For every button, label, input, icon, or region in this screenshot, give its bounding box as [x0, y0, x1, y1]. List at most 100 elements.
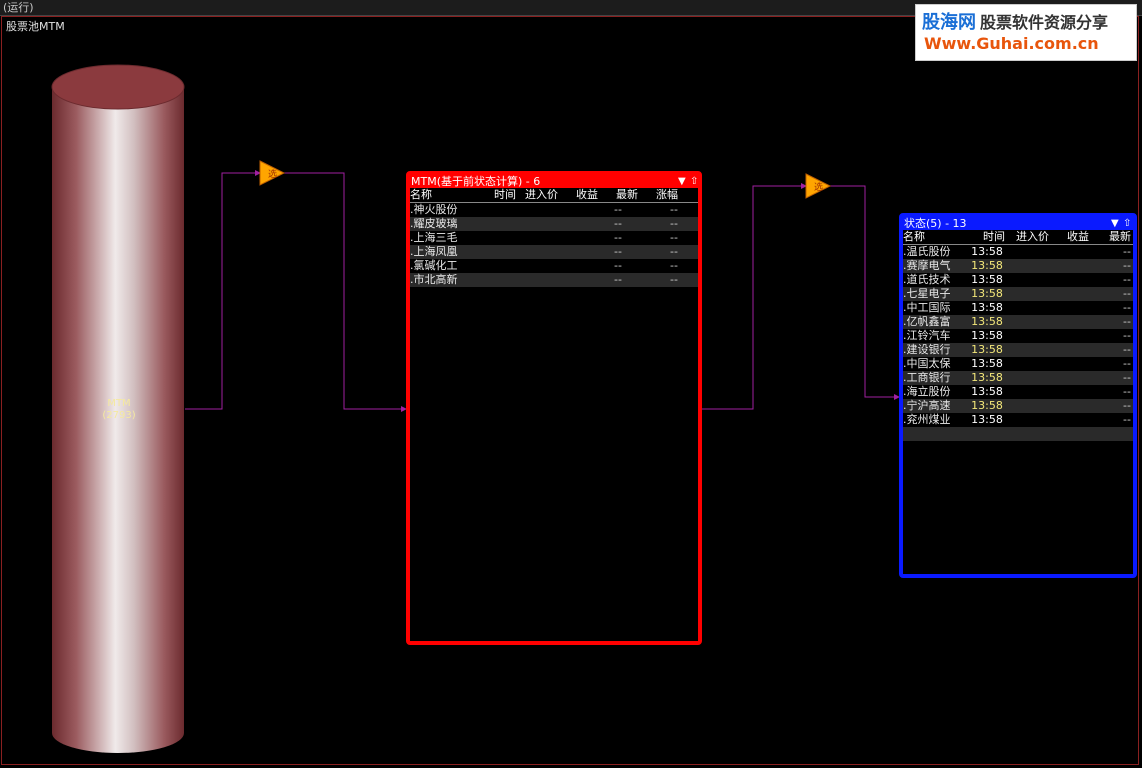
latest-price: --: [1123, 385, 1131, 398]
entry-time: 13:58: [971, 413, 1003, 426]
table-row[interactable]: .上海凤凰 -- --: [410, 245, 698, 259]
col-header-entry-price[interactable]: 进入价: [516, 188, 558, 203]
table-row[interactable]: .氯碱化工 -- --: [410, 259, 698, 273]
latest-price: --: [598, 273, 638, 287]
gain: [1049, 301, 1089, 315]
empty-cell: [1089, 427, 1133, 441]
latest-price: --: [1089, 315, 1133, 329]
entry-price: [1005, 259, 1049, 273]
col-header-time[interactable]: 时间: [480, 188, 516, 203]
entry-time: 13:58: [969, 315, 1005, 329]
entry-time: 13:58: [971, 273, 1003, 286]
state5-stock-table: 名称 时间 进入价 收益 最新 .温氏股份 13:58 -- .赛摩电气 13:58 --…: [903, 230, 1133, 441]
stock-name: .宁沪高速: [903, 399, 969, 413]
entry-time: [480, 231, 516, 245]
cylinder-label: MTM (2793): [98, 398, 140, 422]
table-row[interactable]: .工商银行 13:58 --: [903, 371, 1133, 385]
entry-price: [516, 259, 558, 273]
table-row[interactable]: .道氏技术 13:58 --: [903, 273, 1133, 287]
stock-name: .中工国际: [903, 301, 951, 314]
empty-cell: [480, 287, 516, 301]
state5-panel[interactable]: 状态(5) - 13 ▼ ⇧ 名称 时间 进入价 收益 最新 .温氏股份 13:5…: [899, 213, 1137, 578]
panel-menu-icon[interactable]: ▼: [678, 175, 686, 188]
entry-price: [1005, 357, 1049, 371]
stock-name: .神火股份: [410, 203, 458, 216]
table-row[interactable]: .宁沪高速 13:58 --: [903, 399, 1133, 413]
wire-filter1-to-red-panel: [282, 172, 407, 412]
col-header-latest[interactable]: 最新: [1089, 230, 1133, 245]
filter-node-2-icon[interactable]: 选: [805, 173, 832, 199]
entry-time: [480, 273, 516, 287]
change-percent: --: [638, 217, 698, 231]
wire-filter2-to-blue-panel: [830, 185, 900, 400]
state5-panel-title: 状态(5) - 13: [904, 217, 967, 230]
change-percent: --: [638, 273, 698, 287]
filter-node-2-label: 选: [814, 181, 823, 193]
panel-collapse-icon[interactable]: ⇧: [1123, 217, 1131, 230]
table-row[interactable]: .亿帆鑫富 13:58 --: [903, 315, 1133, 329]
table-row[interactable]: .耀皮玻璃 -- --: [410, 217, 698, 231]
mtm-state-panel[interactable]: MTM(基于前状态计算) - 6 ▼ ⇧ 名称 时间 进入价 收益 最新 涨幅 …: [406, 171, 702, 645]
col-header-change[interactable]: 涨幅: [638, 188, 698, 203]
table-row[interactable]: .温氏股份 13:58 --: [903, 245, 1133, 260]
col-header-entry-price[interactable]: 进入价: [1005, 230, 1049, 245]
gain: [1049, 287, 1089, 301]
entry-price: [1005, 399, 1049, 413]
latest-price: --: [1123, 357, 1131, 370]
latest-price: --: [1089, 371, 1133, 385]
entry-price: [1005, 343, 1049, 357]
gain: [1049, 399, 1089, 413]
col-header-gain[interactable]: 收益: [558, 188, 598, 203]
entry-price: [1005, 273, 1049, 287]
entry-time: 13:58: [971, 357, 1003, 370]
stock-name: .耀皮玻璃: [410, 217, 480, 231]
gain: [1049, 385, 1089, 399]
empty-cell: [1049, 427, 1089, 441]
table-row[interactable]: .上海三毛 -- --: [410, 231, 698, 245]
empty-row: [410, 287, 698, 301]
panel-collapse-icon[interactable]: ⇧: [690, 175, 698, 188]
col-header-name[interactable]: 名称: [410, 188, 480, 203]
latest-price: --: [1123, 245, 1131, 258]
table-row[interactable]: .建设银行 13:58 --: [903, 343, 1133, 357]
table-row[interactable]: .赛摩电气 13:58 --: [903, 259, 1133, 273]
table-row[interactable]: .中工国际 13:58 --: [903, 301, 1133, 315]
wire-pool-to-filter1: [185, 170, 261, 410]
latest-price: --: [1089, 287, 1133, 301]
gain: [558, 273, 598, 287]
mtm-panel-header: MTM(基于前状态计算) - 6 ▼ ⇧: [410, 175, 698, 188]
col-header-time[interactable]: 时间: [969, 230, 1005, 245]
entry-price: [1005, 287, 1049, 301]
filter-node-1-icon[interactable]: 选: [259, 160, 286, 186]
col-header-latest[interactable]: 最新: [598, 188, 638, 203]
col-header-gain[interactable]: 收益: [1049, 230, 1089, 245]
table-row[interactable]: .神火股份 -- --: [410, 203, 698, 218]
change-percent: --: [638, 245, 698, 259]
latest-price: --: [1089, 399, 1133, 413]
col-header-name[interactable]: 名称: [903, 230, 969, 245]
mtm-stock-table: 名称 时间 进入价 收益 最新 涨幅 .神火股份 -- -- .耀皮玻璃 -- -- .上海…: [410, 188, 698, 301]
empty-cell: [638, 287, 698, 301]
cylinder-name: MTM: [107, 398, 131, 409]
mtm-table-body: .神火股份 -- -- .耀皮玻璃 -- -- .上海三毛 -- -- .上海凤凰 -- -- .氯碱化…: [410, 203, 698, 302]
empty-cell: [410, 287, 480, 301]
stock-name: .海立股份: [903, 385, 951, 398]
table-row[interactable]: .兖州煤业 13:58 --: [903, 413, 1133, 427]
table-row[interactable]: .市北高新 -- --: [410, 273, 698, 287]
entry-price: [1005, 301, 1049, 315]
entry-price: [1005, 315, 1049, 329]
stock-name: .氯碱化工: [410, 259, 458, 272]
filter-node-1-label: 选: [268, 168, 277, 180]
table-row[interactable]: .海立股份 13:58 --: [903, 385, 1133, 399]
table-row[interactable]: .七星电子 13:58 --: [903, 287, 1133, 301]
table-row[interactable]: .中国太保 13:58 --: [903, 357, 1133, 371]
stock-name: .七星电子: [903, 287, 969, 301]
stock-name: .上海三毛: [410, 231, 458, 244]
entry-time: 13:58: [969, 343, 1005, 357]
table-row[interactable]: .江铃汽车 13:58 --: [903, 329, 1133, 343]
latest-price: --: [1123, 413, 1131, 426]
entry-time: 13:58: [969, 287, 1005, 301]
empty-cell: [516, 287, 558, 301]
panel-menu-icon[interactable]: ▼: [1111, 217, 1119, 230]
empty-cell: [598, 287, 638, 301]
